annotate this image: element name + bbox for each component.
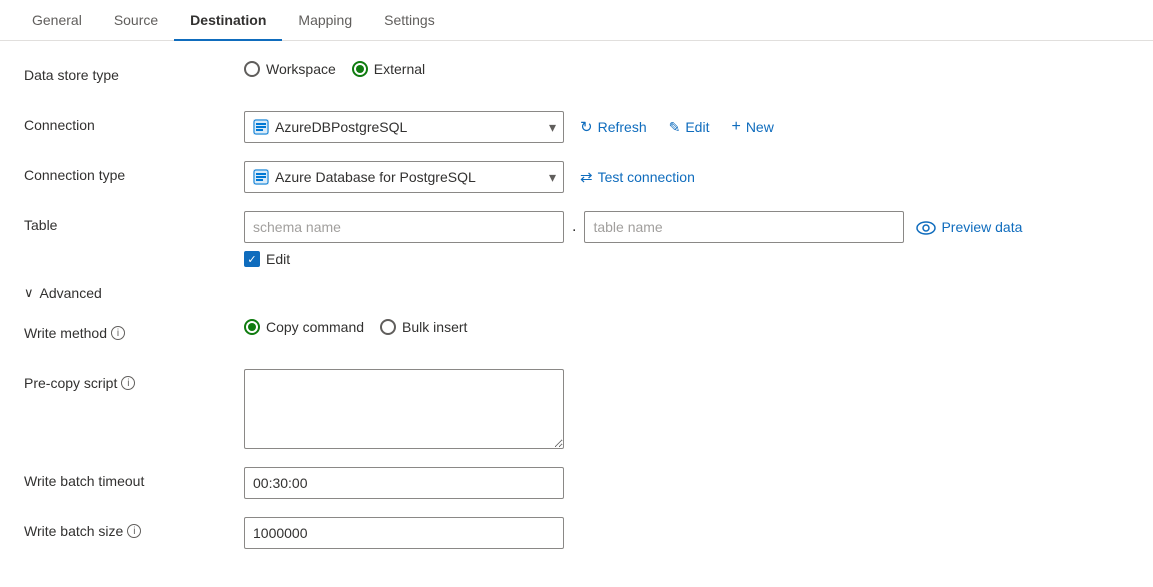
bulk-insert-radio-circle (380, 319, 396, 335)
write-batch-size-info-icon[interactable]: i (127, 524, 141, 538)
advanced-section-toggle[interactable]: ∨ Advanced (24, 285, 1129, 301)
refresh-icon: ↻ (580, 118, 593, 136)
edit-connection-button[interactable]: ✎ Edit (663, 115, 716, 140)
data-store-type-control: Workspace External (244, 61, 1129, 77)
external-radio-circle (352, 61, 368, 77)
preview-data-button[interactable]: Preview data (910, 215, 1028, 239)
connection-row: Connection AzureDBPostgreSQL ▾ ↻ Refresh (24, 111, 1129, 143)
connection-type-label: Connection type (24, 161, 244, 183)
connection-type-row: Connection type Azure Database for Postg… (24, 161, 1129, 193)
connection-label: Connection (24, 111, 244, 133)
write-batch-timeout-input[interactable] (244, 467, 564, 499)
workspace-label: Workspace (266, 61, 336, 77)
data-store-radio-group: Workspace External (244, 61, 425, 77)
write-batch-timeout-label: Write batch timeout (24, 467, 244, 489)
refresh-button[interactable]: ↻ Refresh (574, 114, 653, 140)
tab-destination[interactable]: Destination (174, 0, 282, 40)
pre-copy-script-info-icon[interactable]: i (121, 376, 135, 390)
preview-data-label: Preview data (941, 219, 1022, 235)
external-radio-option[interactable]: External (352, 61, 425, 77)
write-method-row: Write method i Copy command Bulk insert (24, 319, 1129, 351)
tab-general[interactable]: General (16, 0, 98, 40)
external-label: External (374, 61, 425, 77)
check-icon: ✓ (247, 253, 256, 266)
pre-copy-script-label: Pre-copy script i (24, 369, 244, 391)
pre-copy-script-control (244, 369, 1129, 449)
write-method-label: Write method i (24, 319, 244, 341)
test-connection-button[interactable]: ⇄ Test connection (574, 164, 701, 190)
edit-checkbox-container[interactable]: ✓ Edit (244, 251, 290, 267)
pre-copy-script-row: Pre-copy script i (24, 369, 1129, 449)
workspace-radio-circle (244, 61, 260, 77)
bulk-insert-label: Bulk insert (402, 319, 467, 335)
connection-type-select-container: Azure Database for PostgreSQL ▾ (244, 161, 564, 193)
tab-source[interactable]: Source (98, 0, 174, 40)
tab-bar: General Source Destination Mapping Setti… (0, 0, 1153, 41)
connection-type-db-icon (252, 168, 270, 186)
form-content: Data store type Workspace External Conne… (0, 41, 1153, 587)
advanced-section-label: Advanced (40, 285, 102, 301)
write-batch-size-label: Write batch size i (24, 517, 244, 539)
plus-icon: + (731, 118, 740, 136)
connection-select[interactable]: AzureDBPostgreSQL (244, 111, 564, 143)
write-method-radio-group: Copy command Bulk insert (244, 319, 467, 335)
test-connection-label: Test connection (598, 169, 695, 185)
tab-settings[interactable]: Settings (368, 0, 451, 40)
table-control: . Preview data (244, 211, 1129, 267)
connection-control: AzureDBPostgreSQL ▾ ↻ Refresh ✎ Edit + N… (244, 111, 1129, 143)
edit-icon: ✎ (669, 119, 681, 136)
data-store-type-label: Data store type (24, 61, 244, 83)
advanced-collapse-icon: ∨ (24, 285, 34, 301)
new-connection-button[interactable]: + New (725, 114, 779, 140)
table-name-input[interactable] (584, 211, 904, 243)
connection-db-icon (252, 118, 270, 136)
refresh-label: Refresh (598, 119, 647, 135)
edit-checkbox: ✓ (244, 251, 260, 267)
write-method-control: Copy command Bulk insert (244, 319, 1129, 335)
write-batch-size-input[interactable] (244, 517, 564, 549)
edit-label: Edit (685, 119, 709, 135)
connection-select-container: AzureDBPostgreSQL ▾ (244, 111, 564, 143)
copy-command-label: Copy command (266, 319, 364, 335)
write-batch-timeout-row: Write batch timeout (24, 467, 1129, 499)
tab-mapping[interactable]: Mapping (282, 0, 368, 40)
bulk-insert-radio-option[interactable]: Bulk insert (380, 319, 467, 335)
connection-type-control: Azure Database for PostgreSQL ▾ ⇄ Test c… (244, 161, 1129, 193)
schema-name-input[interactable] (244, 211, 564, 243)
table-label: Table (24, 211, 244, 233)
write-batch-size-control (244, 517, 1129, 549)
new-label: New (746, 119, 774, 135)
data-store-type-row: Data store type Workspace External (24, 61, 1129, 93)
connection-type-select[interactable]: Azure Database for PostgreSQL (244, 161, 564, 193)
workspace-radio-option[interactable]: Workspace (244, 61, 336, 77)
write-method-info-icon[interactable]: i (111, 326, 125, 340)
table-dot-separator: . (570, 218, 578, 236)
preview-icon (916, 219, 936, 235)
table-row: Table . Preview data (24, 211, 1129, 267)
pre-copy-script-textarea[interactable] (244, 369, 564, 449)
write-batch-timeout-control (244, 467, 1129, 499)
test-connection-icon: ⇄ (580, 168, 593, 186)
edit-checkbox-label: Edit (266, 251, 290, 267)
copy-command-radio-circle (244, 319, 260, 335)
copy-command-radio-option[interactable]: Copy command (244, 319, 364, 335)
write-batch-size-row: Write batch size i (24, 517, 1129, 549)
